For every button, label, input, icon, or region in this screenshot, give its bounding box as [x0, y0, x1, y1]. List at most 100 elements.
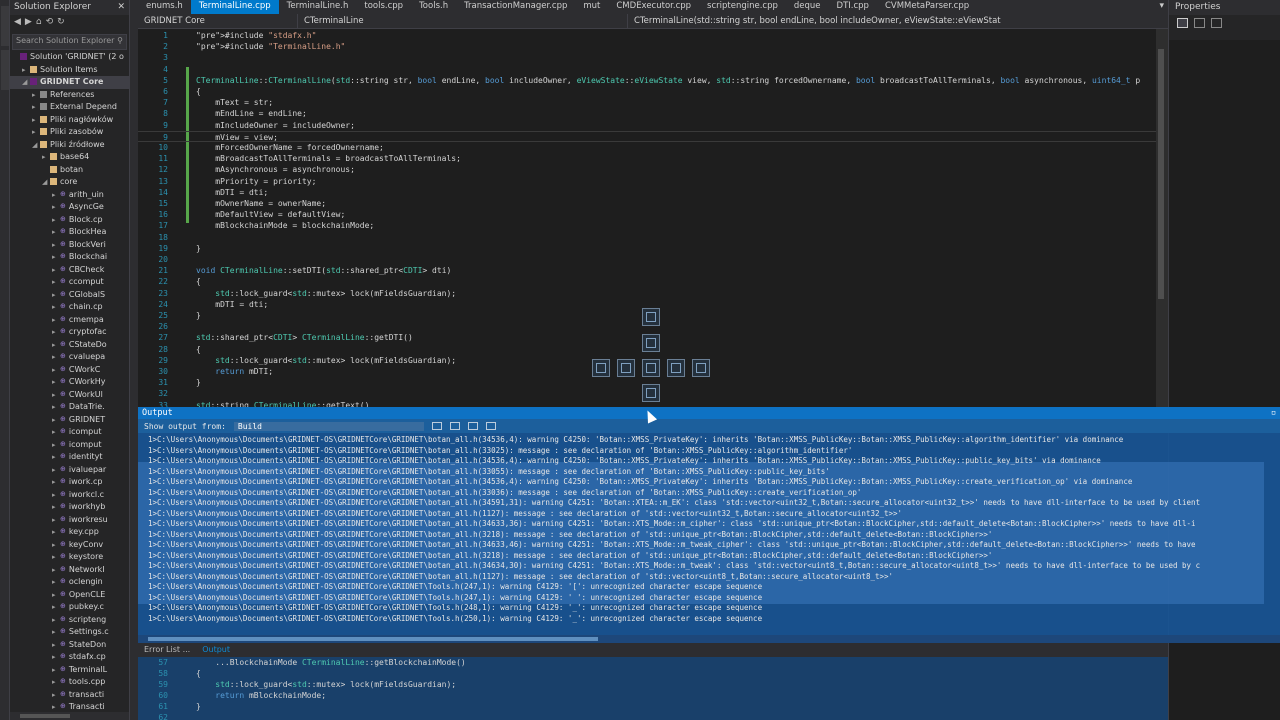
code-line[interactable]: 13 mPriority = priority;	[138, 176, 1168, 187]
tab-overflow-icon[interactable]: ▾	[1155, 0, 1168, 14]
expand-arrow-icon[interactable]: ▸	[52, 651, 60, 664]
expand-arrow-icon[interactable]: ▸	[32, 101, 40, 114]
expand-arrow-icon[interactable]: ▸	[52, 414, 60, 427]
output-line[interactable]: 1>C:\Users\Anonymous\Documents\GRIDNET-O…	[138, 530, 1264, 541]
close-icon[interactable]: ✕	[117, 2, 125, 13]
tree-item[interactable]: ▸ ⊕ cmempa	[10, 314, 129, 327]
output-line[interactable]: 1>C:\Users\Anonymous\Documents\GRIDNET-O…	[138, 551, 1264, 562]
tree-item[interactable]: ▸ ⊕ ccomput	[10, 276, 129, 289]
expand-arrow-icon[interactable]: ▸	[52, 314, 60, 327]
code-line[interactable]: 22 {	[138, 276, 1168, 287]
expand-arrow-icon[interactable]: ▸	[52, 489, 60, 502]
tree-item[interactable]: ▸ ⊕ iwork.cp	[10, 476, 129, 489]
expand-arrow-icon[interactable]: ▸	[52, 676, 60, 689]
code-line[interactable]: 9 mIncludeOwner = includeOwner;	[138, 120, 1168, 131]
expand-arrow-icon[interactable]: ◢	[32, 139, 40, 152]
code-line[interactable]: 9 mView = view;	[138, 130, 1168, 142]
code-line[interactable]: 2 "pre">#include "TerminalLine.h"	[138, 41, 1168, 52]
code-line[interactable]: 61}	[138, 701, 1168, 712]
output-source-dropdown[interactable]: Build	[233, 421, 424, 431]
code-line[interactable]: 59 std::lock_guard<std::mutex> lock(mFie…	[138, 679, 1168, 690]
tab-error-list[interactable]: Error List ...	[138, 643, 196, 657]
expand-arrow-icon[interactable]: ▸	[52, 639, 60, 652]
expand-arrow-icon[interactable]: ▸	[52, 264, 60, 277]
expand-arrow-icon[interactable]: ▸	[52, 601, 60, 614]
search-icon[interactable]: ⚲	[117, 36, 123, 48]
tree-item[interactable]: ▸ ⊕ CStateDo	[10, 339, 129, 352]
search-input[interactable]: Search Solution Explorer	[16, 36, 114, 48]
expand-arrow-icon[interactable]: ▸	[52, 514, 60, 527]
tree-item[interactable]: ▸ ⊕ oclengin	[10, 576, 129, 589]
tab-output[interactable]: Output	[196, 643, 236, 657]
expand-arrow-icon[interactable]: ▸	[52, 539, 60, 552]
expand-arrow-icon[interactable]: ▸	[52, 214, 60, 227]
refresh-icon[interactable]: ↻	[57, 17, 65, 31]
go-to-previous-icon[interactable]	[431, 422, 442, 430]
tree-item[interactable]: ▸ ⊕ stdafx.cp	[10, 651, 129, 664]
expand-arrow-icon[interactable]: ▸	[52, 339, 60, 352]
expand-arrow-icon[interactable]: ▸	[52, 664, 60, 677]
clear-all-icon[interactable]	[467, 422, 478, 430]
code-line[interactable]: 58 {	[138, 668, 1168, 679]
tree-item[interactable]: ▸ References	[10, 89, 129, 102]
tab-tools-h[interactable]: Tools.h	[411, 0, 456, 14]
tree-item[interactable]: ▸ ⊕ CWorkUl	[10, 389, 129, 402]
scroll-thumb[interactable]	[148, 637, 598, 641]
output-line[interactable]: 1>C:\Users\Anonymous\Documents\GRIDNET-O…	[138, 446, 1264, 457]
scroll-thumb[interactable]	[1158, 49, 1164, 299]
code-line[interactable]: 4	[138, 64, 1168, 75]
code-line[interactable]: 62	[138, 712, 1168, 720]
tree-item[interactable]: ▸ ⊕ CBCheck	[10, 264, 129, 277]
tree-item[interactable]: ▸ ⊕ TerminalL	[10, 664, 129, 677]
property-pages-icon[interactable]	[1211, 18, 1222, 28]
tree-item[interactable]: ▸ ⊕ Blockchai	[10, 251, 129, 264]
expand-arrow-icon[interactable]: ▸	[52, 401, 60, 414]
tab-terminalline-cpp[interactable]: TerminalLine.cpp	[190, 0, 279, 14]
maximize-icon[interactable]: ▫	[1271, 408, 1276, 418]
code-line[interactable]: 20	[138, 254, 1168, 265]
tree-item[interactable]: ◢ GRIDNET Core	[10, 76, 129, 89]
tree-item[interactable]: ▸ ⊕ CGlobalS	[10, 289, 129, 302]
tree-item[interactable]: ▸ ⊕ ivaluepar	[10, 464, 129, 477]
dock-guide-right[interactable]	[692, 359, 710, 377]
expand-arrow-icon[interactable]: ▸	[32, 114, 40, 127]
code-line[interactable]: 3	[138, 52, 1168, 63]
tree-item[interactable]: ▸ ⊕ OpenCLE	[10, 589, 129, 602]
dock-guide-bottom-inner[interactable]	[642, 384, 660, 402]
tree-item[interactable]: ▸ ⊕ icomput	[10, 426, 129, 439]
tree-item[interactable]: ▸ ⊕ cryptofac	[10, 326, 129, 339]
expand-arrow-icon[interactable]: ▸	[52, 276, 60, 289]
tree-item[interactable]: ▸ ⊕ tools.cpp	[10, 676, 129, 689]
tree-item[interactable]: ▸ ⊕ Settings.c	[10, 626, 129, 639]
output-line[interactable]: 1>C:\Users\Anonymous\Documents\GRIDNET-O…	[138, 603, 1264, 614]
tree-item[interactable]: ▸ ⊕ GRIDNET	[10, 414, 129, 427]
tree-item[interactable]: ▸ ⊕ arith_uin	[10, 189, 129, 202]
tab-scriptengine-cpp[interactable]: scriptengine.cpp	[699, 0, 786, 14]
tree-item[interactable]: ▸ External Depend	[10, 101, 129, 114]
output-window[interactable]: Output ▫ Show output from: Build 1>C:\Us…	[138, 407, 1280, 643]
tree-item[interactable]: ▸ ⊕ CWorkHy	[10, 376, 129, 389]
code-line[interactable]: 6{	[138, 86, 1168, 97]
tree-item[interactable]: ▸ ⊕ keystore	[10, 551, 129, 564]
output-line[interactable]: 1>C:\Users\Anonymous\Documents\GRIDNET-O…	[138, 509, 1264, 520]
tree-item[interactable]: ▸ Solution Items	[10, 64, 129, 77]
tree-item[interactable]: ▸ ⊕ icomput	[10, 439, 129, 452]
tree-item[interactable]: Solution 'GRIDNET' (2 o	[10, 51, 129, 64]
code-line[interactable]: 11 mBroadcastToAllTerminals = broadcastT…	[138, 153, 1168, 164]
dock-guide-right-inner[interactable]	[667, 359, 685, 377]
expand-arrow-icon[interactable]: ▸	[52, 439, 60, 452]
tab-dti-cpp[interactable]: DTI.cpp	[829, 0, 877, 14]
expand-arrow-icon[interactable]: ▸	[52, 614, 60, 627]
expand-arrow-icon[interactable]: ▸	[52, 626, 60, 639]
categorized-icon[interactable]	[1177, 18, 1188, 28]
expand-arrow-icon[interactable]: ▸	[52, 501, 60, 514]
tree-item[interactable]: ▸ ⊕ scripteng	[10, 614, 129, 627]
expand-arrow-icon[interactable]: ▸	[52, 426, 60, 439]
tree-item[interactable]: ▸ ⊕ Block.cp	[10, 214, 129, 227]
tree-item[interactable]: ▸ ⊕ iworkresu	[10, 514, 129, 527]
editor-vertical-scrollbar[interactable]	[1156, 29, 1168, 407]
server-explorer-tab[interactable]	[1, 6, 9, 46]
alphabetical-icon[interactable]	[1194, 18, 1205, 28]
tree-item[interactable]: ▸ ⊕ BlockVeri	[10, 239, 129, 252]
tree-item[interactable]: ▸ Pliki zasobów	[10, 126, 129, 139]
